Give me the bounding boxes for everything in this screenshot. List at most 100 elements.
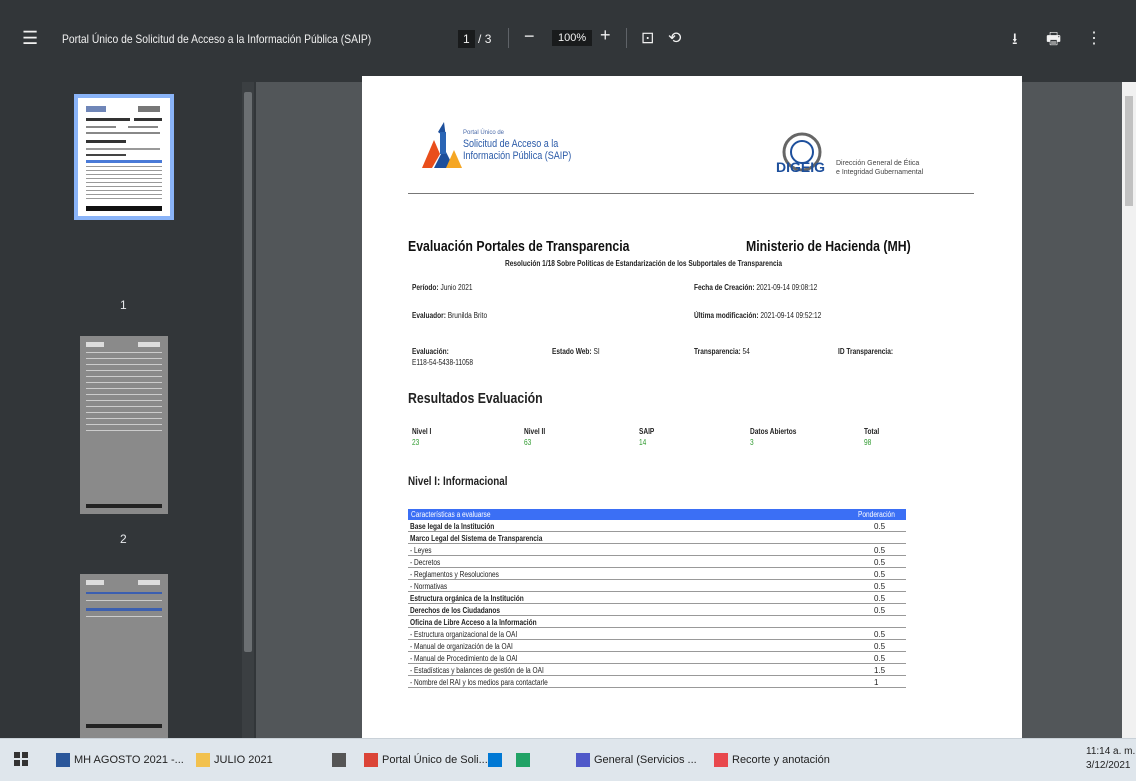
criteria-weight: 0.5 [874,558,886,567]
taskbar-app[interactable]: Portal Único de Soli... [364,747,488,773]
ultima-label: Última modificación: [694,311,759,320]
ultima-value: 2021-09-14 09:52:12 [760,311,822,320]
zoom-out-button[interactable]: − [524,26,535,47]
table-row: Estructura orgánica de la Institución 0.5 [408,594,906,604]
criteria-weight: 0.5 [874,570,886,579]
fecha-field: Fecha de Creación: 2021-09-14 09:08:12 [694,283,844,292]
criteria-weight: 0.5 [874,522,886,531]
app-label: Portal Único de Soli... [382,754,488,766]
taskbar-app[interactable] [488,747,506,773]
zoom-level-input[interactable]: 100% [552,30,593,46]
download-icon[interactable]: ⭳ [1012,28,1018,55]
criteria-label: - Normativas [410,582,448,591]
taskbar-app[interactable] [332,747,350,773]
sidebar-scrollbar-thumb[interactable] [244,92,252,652]
thumbnail-page-2[interactable] [80,336,168,514]
table-row: - Nombre del RAI y los medios para conta… [408,678,906,688]
taskbar-app[interactable]: MH AGOSTO 2021 -... [56,747,184,773]
toolbar-divider [626,28,627,48]
table-row: - Decretos 0.5 [408,558,906,568]
criteria-weight: 0.5 [874,630,886,639]
fit-page-icon[interactable]: ⊡ [641,28,654,48]
estado-label: Estado Web: [552,347,592,356]
transparencia-field: Transparencia: 54 [694,347,762,356]
more-options-icon[interactable]: ⋮ [1086,28,1102,48]
thumbnail-preview [86,580,162,728]
table-header-weight: Ponderación [858,510,895,519]
periodo-field: Período: Junio 2021 [412,283,486,292]
taskbar-app[interactable]: JULIO 2021 [196,747,273,773]
result-value-datos-abiertos: 3 [750,438,754,447]
id-transparencia-label: ID Transparencia: [838,347,894,356]
table-row: - Leyes 0.5 [408,546,906,556]
criteria-label: Marco Legal del Sistema de Transparencia [410,534,543,543]
criteria-weight: 1 [874,678,879,687]
criteria-label: - Manual de Procedimiento de la OAI [410,654,518,663]
page-indicator: 1 / 3 [458,30,491,48]
page-separator: / [478,32,482,46]
thumbnail-label: 2 [120,532,127,546]
resultados-heading: Resultados Evaluación [408,390,543,407]
table-row: Derechos de los Ciudadanos 0.5 [408,606,906,616]
logo-saip-line3: Información Pública (SAIP) [463,150,572,162]
digeig-line1: Dirección General de Ética [836,160,920,167]
criteria-label: - Reglamentos y Resoluciones [410,570,499,579]
logo-saip-line2: Solicitud de Acceso a la [463,138,559,150]
result-value-nivel-1: 23 [412,438,420,447]
table-row: - Reglamentos y Resoluciones 0.5 [408,570,906,580]
pdf-toolbar: ☰ Portal Único de Solicitud de Acceso a … [0,0,1136,82]
table-row: - Manual de Procedimiento de la OAI 0.5 [408,654,906,664]
result-label-datos-abiertos: Datos Abiertos [750,427,797,436]
app-icon [576,753,590,767]
estado-web-field: Estado Web: SI [552,347,610,356]
thumbnail-page-3[interactable] [80,574,168,738]
criteria-weight: 0.5 [874,582,886,591]
table-row: - Estructura organizacional de la OAI 0.5 [408,630,906,640]
criteria-label: - Estadísticas y balances de gestión de … [410,666,544,675]
taskbar-app[interactable] [516,747,534,773]
app-icon [364,753,378,767]
report-title: Evaluación Portales de Transparencia [408,238,630,255]
fecha-value: 2021-09-14 09:08:12 [756,283,818,292]
transparencia-label: Transparencia: [694,347,741,356]
table-row: Marco Legal del Sistema de Transparencia [408,534,906,544]
result-value-saip: 14 [639,438,647,447]
criteria-label: - Decretos [410,558,441,567]
resolution-subtitle: Resolución 1/18 Sobre Políticas de Estan… [505,259,783,268]
windows-start-icon[interactable] [14,752,28,766]
app-icon [56,753,70,767]
rotate-icon[interactable]: ⟲ [668,28,681,48]
thumbnail-page-1[interactable] [74,94,174,220]
table-header-criteria: Características a evaluarse [411,510,491,519]
taskbar-app[interactable]: Recorte y anotación [714,747,830,773]
zoom-in-button[interactable]: + [600,25,611,46]
criteria-label: Estructura orgánica de la Institución [410,594,524,603]
windows-taskbar: MH AGOSTO 2021 -... JULIO 2021 Portal Únic… [0,738,1136,781]
table-row: Base legal de la Institución 0.5 [408,522,906,532]
evaluador-field: Evaluador: Brunilda Brito [412,311,504,320]
taskbar-app[interactable]: General (Servicios ... [576,747,697,773]
criteria-weight: 0.5 [874,606,886,615]
thumbnail-preview [86,342,162,508]
table-row: - Estadísticas y balances de gestión de … [408,666,906,676]
menu-icon[interactable]: ☰ [22,28,38,48]
thumbnail-label: 1 [120,298,127,312]
criteria-label: - Nombre del RAI y los medios para conta… [410,678,548,687]
system-clock[interactable]: 11:14 a. m. 3/12/2021 [1086,745,1135,773]
table-row: - Manual de organización de la OAI 0.5 [408,642,906,652]
criteria-label: - Manual de organización de la OAI [410,642,513,651]
print-icon[interactable]: 🖶 [1046,28,1061,55]
result-label-nivel-2: Nivel II [524,427,546,436]
evaluador-value: Brunilda Brito [447,311,488,320]
criteria-weight: 0.5 [874,642,886,651]
app-label: General (Servicios ... [594,754,697,766]
ultima-modificacion-field: Última modificación: 2021-09-14 09:52:12 [694,311,849,320]
clock-date: 3/12/2021 [1086,760,1131,771]
page-number-input[interactable]: 1 [458,30,475,48]
pdf-page: Portal Único de Solicitud de Acceso a la… [362,76,1022,738]
criteria-label: Derechos de los Ciudadanos [410,606,501,615]
page-scrollbar-thumb[interactable] [1125,96,1133,206]
criteria-label: Base legal de la Institución [410,522,495,531]
app-icon [196,753,210,767]
saip-logo-icon [422,122,462,168]
